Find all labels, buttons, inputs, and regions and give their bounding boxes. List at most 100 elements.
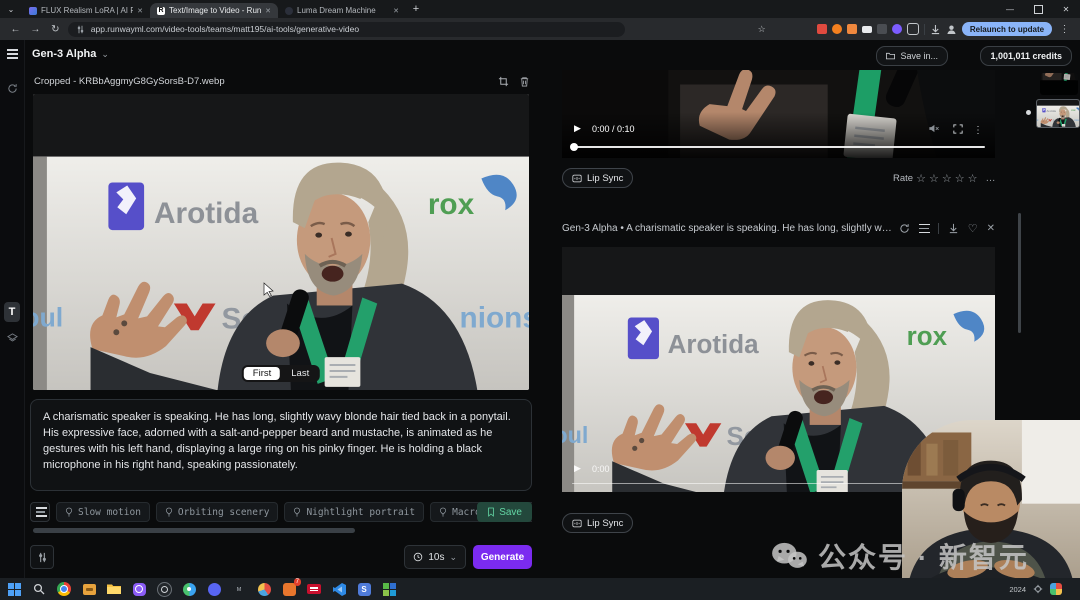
downloads-icon[interactable]	[930, 24, 941, 35]
favorite-heart-icon[interactable]: ♡	[968, 222, 978, 235]
generation-caption-row: Gen-3 Alpha • A charismatic speaker is s…	[562, 222, 995, 235]
rate-star-icon[interactable]: ☆	[916, 172, 926, 185]
clock-icon	[413, 552, 423, 562]
rate-star-icon[interactable]: ☆	[955, 172, 965, 185]
relaunch-to-update-button[interactable]: Relaunch to update	[962, 22, 1052, 36]
input-image-preview[interactable]: First Last	[33, 94, 529, 390]
video-menu-kebab-icon[interactable]: ⋮	[973, 125, 983, 136]
chrome-icon[interactable]	[56, 581, 72, 597]
profile-icon[interactable]	[946, 24, 957, 35]
history-icon[interactable]	[4, 80, 20, 96]
window-minimize-button[interactable]: —	[996, 0, 1024, 18]
fullscreen-icon[interactable]	[953, 124, 963, 134]
back-icon[interactable]: ←	[8, 24, 23, 35]
rate-star-icon[interactable]: ☆	[968, 172, 978, 185]
preset-orbiting-scenery[interactable]: Orbiting scenery	[156, 502, 279, 522]
red-app-icon[interactable]	[306, 581, 322, 597]
windows-taskbar: ᴍ 7 S	[0, 578, 1080, 600]
first-frame-button[interactable]: First	[244, 367, 280, 380]
s-app-icon[interactable]: S	[356, 581, 372, 597]
search-icon[interactable]	[31, 581, 47, 597]
preset-nightlight-portrait[interactable]: Nightlight portrait	[284, 502, 424, 522]
lens-app-icon[interactable]	[181, 581, 197, 597]
download-icon[interactable]	[948, 223, 959, 234]
window-maximize-button[interactable]	[1024, 0, 1052, 18]
more-options-icon[interactable]: …	[985, 173, 995, 184]
last-frame-button[interactable]: Last	[282, 367, 318, 380]
sliders-icon	[37, 552, 48, 563]
extension-icon-orange-circle[interactable]	[832, 24, 842, 34]
mute-icon[interactable]	[928, 123, 939, 134]
tab-close-icon[interactable]: ✕	[137, 7, 143, 15]
generated-video-1[interactable]: ▶ 0:00 / 0:10 ⋮	[562, 70, 995, 158]
extensions-puzzle-icon[interactable]	[907, 23, 919, 35]
preset-list-button[interactable]	[30, 502, 50, 522]
rate-star-icon[interactable]: ☆	[942, 172, 952, 185]
browser-tab-flux[interactable]: FLUX Realism LoRA | AI Playgr ✕	[22, 3, 150, 18]
grid-app-icon[interactable]	[381, 581, 397, 597]
layers-icon[interactable]	[4, 330, 20, 346]
new-tab-button[interactable]: +	[406, 0, 426, 18]
lightbulb-icon	[165, 507, 173, 517]
duration-button[interactable]: 10s ⌄	[404, 545, 466, 569]
settings-sliders-button[interactable]	[30, 545, 54, 569]
tab-close-icon[interactable]: ✕	[265, 7, 271, 15]
prompt-input[interactable]: A charismatic speaker is speaking. He ha…	[30, 399, 532, 491]
generate-button[interactable]: Generate	[473, 545, 532, 569]
video-1-progress-bar[interactable]	[572, 146, 985, 148]
bookmark-star-icon[interactable]: ☆	[754, 24, 769, 35]
extension-icon-purple[interactable]	[892, 24, 902, 34]
menu-hamburger-icon[interactable]	[4, 46, 20, 62]
notification-badge: 7	[294, 578, 301, 586]
extension-icon-dim[interactable]	[877, 24, 887, 34]
crop-icon[interactable]	[498, 76, 509, 87]
forward-icon[interactable]: →	[28, 24, 43, 35]
save-in-button[interactable]: Save in...	[876, 46, 948, 66]
text-tool-button[interactable]: T	[4, 302, 20, 322]
tray-settings-icon[interactable]	[1033, 584, 1043, 594]
tray-clock[interactable]: 2024	[1009, 585, 1026, 594]
model-selector[interactable]: Gen-3 Alpha ⌄	[32, 48, 109, 60]
pie-app-icon[interactable]	[256, 581, 272, 597]
lip-sync-button-2[interactable]: Lip Sync	[562, 513, 633, 533]
orange-app-icon[interactable]: 7	[281, 581, 297, 597]
m-app-icon[interactable]: ᴍ	[231, 581, 247, 597]
obs-icon[interactable]	[156, 581, 172, 597]
extension-icon-red[interactable]	[817, 24, 827, 34]
trash-icon[interactable]	[519, 76, 530, 87]
browser-menu-kebab-icon[interactable]: ⋮	[1057, 24, 1072, 35]
mail-icon[interactable]	[81, 581, 97, 597]
reload-icon[interactable]: ↻	[48, 24, 63, 35]
horizontal-scrollbar[interactable]	[33, 528, 355, 533]
vertical-scrollbar[interactable]	[1018, 213, 1021, 333]
site-settings-icon[interactable]	[76, 25, 85, 34]
file-explorer-icon[interactable]	[106, 581, 122, 597]
tray-photos-icon[interactable]	[1050, 583, 1062, 595]
lip-sync-button-1[interactable]: Lip Sync	[562, 168, 633, 188]
address-bar[interactable]: app.runwayml.com/video-tools/teams/matt1…	[68, 22, 625, 37]
thumbnail-frame	[1037, 100, 1079, 127]
discord-icon[interactable]	[206, 581, 222, 597]
tab-close-icon[interactable]: ✕	[393, 7, 399, 15]
play-icon[interactable]: ▶	[574, 463, 581, 474]
video-1-progress-knob[interactable]	[570, 143, 578, 151]
extend-icon[interactable]	[919, 228, 929, 229]
preset-slow-motion[interactable]: Slow motion	[56, 502, 150, 522]
vscode-icon[interactable]	[331, 581, 347, 597]
extension-icon-orange[interactable]	[847, 24, 857, 34]
browser-tab-runway[interactable]: R Text/Image to Video - Runway ✕	[150, 3, 278, 18]
wechat-icon	[770, 541, 808, 571]
start-button-icon[interactable]	[6, 581, 22, 597]
dismiss-icon[interactable]: ✕	[987, 223, 995, 234]
tab-search-chevron-icon[interactable]: ⌄	[0, 0, 22, 18]
session-thumbnail-2[interactable]	[1036, 99, 1080, 128]
extension-icon-screenshot[interactable]	[862, 26, 872, 33]
rerun-icon[interactable]	[899, 223, 910, 234]
browser-tab-luma[interactable]: Luma Dream Machine ✕	[278, 3, 406, 18]
purple-app-icon[interactable]	[131, 581, 147, 597]
rate-star-icon[interactable]: ☆	[929, 172, 939, 185]
window-close-button[interactable]: ✕	[1052, 0, 1080, 18]
play-icon[interactable]: ▶	[574, 123, 581, 134]
save-preset-button[interactable]: Save	[477, 502, 532, 522]
session-thumbnail-1[interactable]	[1040, 73, 1078, 95]
